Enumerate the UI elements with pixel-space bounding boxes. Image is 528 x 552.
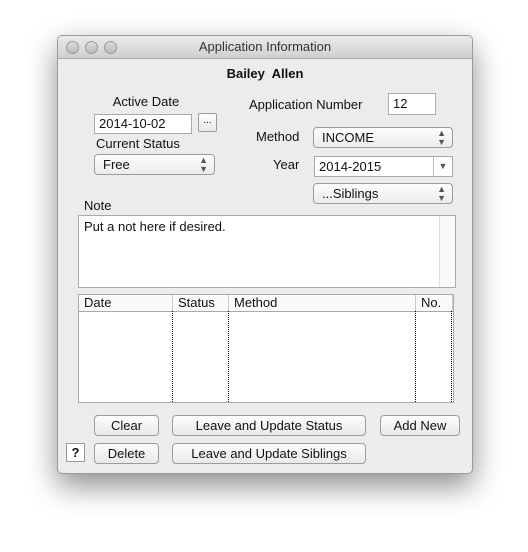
method-label: Method (256, 129, 300, 144)
siblings-select[interactable]: ...Siblings ▲ ▼ (313, 183, 453, 204)
column-divider (451, 311, 452, 402)
method-select[interactable]: INCOME ▲ ▼ (313, 127, 453, 148)
column-header-method[interactable]: Method (229, 295, 416, 311)
column-divider (172, 311, 173, 402)
current-status-label: Current Status (96, 136, 180, 151)
stepper-arrows-icon: ▲ ▼ (437, 128, 446, 147)
note-label: Note (84, 198, 112, 213)
minimize-button[interactable] (85, 41, 98, 54)
zoom-button[interactable] (104, 41, 117, 54)
year-combobox[interactable]: 2014-2015 ▼ (314, 156, 453, 177)
year-label: Year (273, 157, 300, 172)
student-name: Bailey Allen (226, 66, 304, 81)
title-bar: Application Information (58, 36, 472, 59)
note-textarea[interactable]: Put a not here if desired. (78, 215, 456, 288)
leave-and-update-status-button[interactable]: Leave and Update Status (172, 415, 366, 436)
stepper-arrows-icon: ▲ ▼ (199, 155, 208, 174)
active-date-field[interactable]: 2014-10-02 (94, 114, 192, 134)
column-divider (228, 311, 229, 402)
application-information-window: Application Information Bailey Allen Act… (57, 35, 473, 474)
current-status-value: Free (103, 157, 130, 172)
close-button[interactable] (66, 41, 79, 54)
column-header-status[interactable]: Status (173, 295, 229, 311)
help-button[interactable]: ? (66, 443, 85, 462)
add-new-button[interactable]: Add New (380, 415, 460, 436)
siblings-value: ...Siblings (322, 186, 379, 201)
application-number-field[interactable]: 12 (388, 93, 436, 115)
active-date-label: Active Date (112, 94, 180, 109)
window-title: Application Information (198, 39, 332, 54)
column-divider (415, 311, 416, 402)
note-text: Put a not here if desired. (84, 219, 226, 234)
year-value: 2014-2015 (319, 159, 382, 174)
delete-button[interactable]: Delete (94, 443, 159, 464)
dropdown-arrow-icon[interactable]: ▼ (433, 157, 452, 176)
column-header-date[interactable]: Date (79, 295, 173, 311)
history-table[interactable]: Date Status Method No. (78, 294, 454, 403)
date-picker-button[interactable]: ... (198, 113, 217, 132)
note-scrollbar[interactable] (439, 216, 455, 287)
clear-button[interactable]: Clear (94, 415, 159, 436)
column-header-no[interactable]: No. (416, 295, 453, 311)
stepper-arrows-icon: ▲ ▼ (437, 184, 446, 203)
method-value: INCOME (322, 130, 374, 145)
leave-and-update-siblings-button[interactable]: Leave and Update Siblings (172, 443, 366, 464)
current-status-select[interactable]: Free ▲ ▼ (94, 154, 215, 175)
application-number-label: Application Number (249, 97, 363, 112)
table-header: Date Status Method No. (79, 295, 453, 312)
